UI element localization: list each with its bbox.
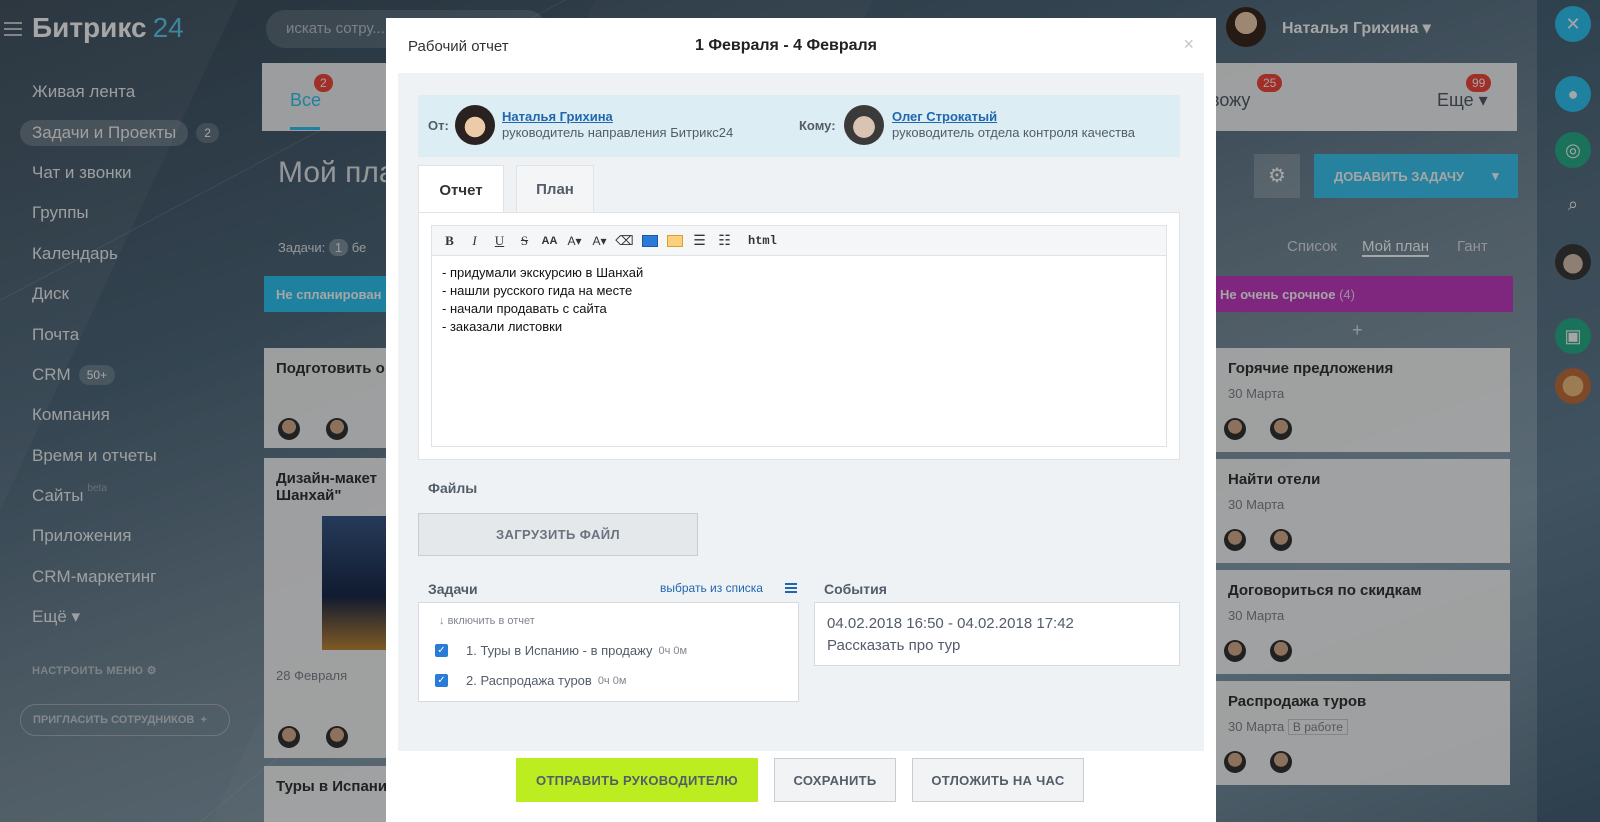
sender-name-link[interactable]: Наталья Грихина (502, 109, 613, 124)
report-line: - придумали экскурсию в Шанхай (442, 265, 644, 280)
close-icon[interactable]: × (1183, 34, 1194, 55)
sender-avatar (455, 105, 495, 145)
tab-plan[interactable]: План (516, 165, 594, 213)
bold-icon[interactable]: B (440, 231, 459, 250)
recipient-avatar (844, 105, 884, 145)
table-icon[interactable] (665, 231, 684, 250)
include-in-report-label: ↓ включить в отчет (439, 615, 535, 627)
bulleted-list-icon[interactable]: ☷ (715, 231, 734, 250)
task-name: 2. Распродажа туров (466, 673, 592, 688)
tasks-section-label: Задачи (428, 581, 478, 597)
sender-role: руководитель направления Битрикс24 (502, 125, 734, 140)
files-label: Файлы (428, 480, 478, 496)
event-title[interactable]: Рассказать про тур (827, 635, 1167, 657)
task-time: 0ч 0м (658, 644, 688, 657)
html-mode-button[interactable]: html (740, 231, 785, 250)
report-line: - нашли русского гида на месте (442, 283, 633, 298)
italic-icon[interactable]: I (465, 231, 484, 250)
editor-panel: B I U S AA A▾ A▾ ⌫ ☰ ☷ html - придумали … (418, 212, 1180, 460)
to-label: Кому: (799, 118, 836, 133)
eraser-icon[interactable]: ⌫ (615, 231, 634, 250)
task-checkbox[interactable]: ✓ (435, 674, 448, 687)
editor-toolbar: B I U S AA A▾ A▾ ⌫ ☰ ☷ html (432, 226, 1166, 256)
pick-from-list-link[interactable]: выбрать из списка (660, 581, 763, 595)
from-label: От: (428, 118, 449, 133)
report-line: - начали продавать с сайта (442, 301, 607, 316)
report-date-range: 1 Февраля - 4 Февраля (694, 37, 878, 54)
report-text-area[interactable]: - придумали экскурсию в Шанхай - нашли р… (432, 256, 1166, 344)
from-to-panel: От: Наталья Грихина руководитель направл… (418, 95, 1180, 157)
font-color-icon[interactable]: A▾ (590, 231, 609, 250)
image-icon[interactable] (640, 231, 659, 250)
save-button[interactable]: СОХРАНИТЬ (774, 758, 896, 802)
list-icon[interactable] (785, 583, 797, 593)
dialog-body: От: Наталья Грихина руководитель направл… (398, 73, 1204, 751)
work-report-dialog: Рабочий отчет 1 Февраля - 4 Февраля × От… (386, 18, 1216, 822)
font-size-icon[interactable]: A▾ (565, 231, 584, 250)
tasks-list: ↓ включить в отчет ✓ 1. Туры в Испанию -… (418, 602, 799, 702)
postpone-hour-button[interactable]: ОТЛОЖИТЬ НА ЧАС (912, 758, 1084, 802)
events-list: 04.02.2018 16:50 - 04.02.2018 17:42 Расс… (814, 602, 1180, 666)
font-family-icon[interactable]: AA (540, 231, 559, 250)
recipient-role: руководитель отдела контроля качества (892, 125, 1136, 140)
upload-file-button[interactable]: ЗАГРУЗИТЬ ФАЙЛ (418, 513, 698, 556)
event-time: 04.02.2018 16:50 - 04.02.2018 17:42 (827, 615, 1074, 632)
events-section-label: События (824, 581, 887, 597)
report-line: - заказали листовки (442, 319, 563, 334)
tab-report[interactable]: Отчет (418, 165, 504, 214)
strikethrough-icon[interactable]: S (515, 231, 534, 250)
underline-icon[interactable]: U (490, 231, 509, 250)
send-to-manager-button[interactable]: ОТПРАВИТЬ РУКОВОДИТЕЛЮ (516, 758, 758, 802)
recipient-name-link[interactable]: Олег Строкатый (892, 109, 997, 124)
task-row: ✓ 1. Туры в Испанию - в продажу 0ч 0м (435, 643, 687, 658)
rich-text-editor: B I U S AA A▾ A▾ ⌫ ☰ ☷ html - придумали … (431, 225, 1167, 447)
task-row: ✓ 2. Распродажа туров 0ч 0м (435, 673, 626, 688)
task-time: 0ч 0м (597, 674, 627, 687)
numbered-list-icon[interactable]: ☰ (690, 231, 709, 250)
task-name: 1. Туры в Испанию - в продажу (466, 643, 653, 658)
task-checkbox[interactable]: ✓ (435, 644, 448, 657)
